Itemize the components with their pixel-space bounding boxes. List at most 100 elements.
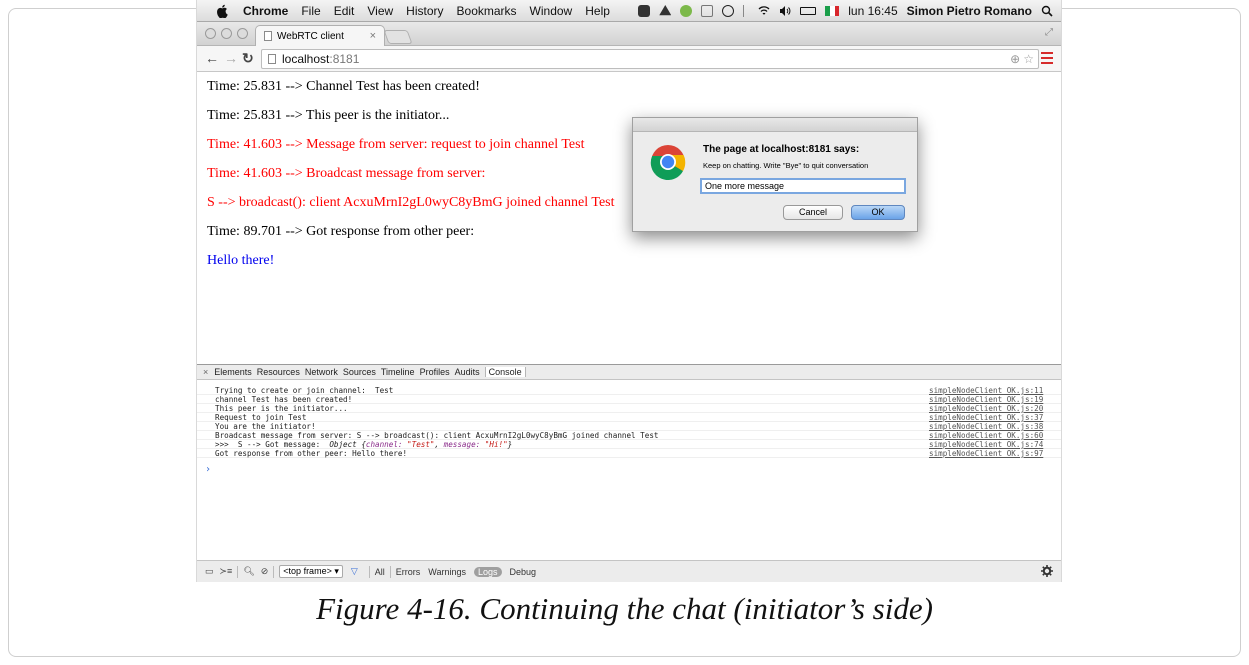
- spotlight-icon[interactable]: [1041, 5, 1053, 17]
- omnibox-actions: ⊕ ☆: [1010, 52, 1034, 66]
- filter-all[interactable]: All: [375, 567, 385, 577]
- console-text: Broadcast message from server: S --> bro…: [215, 431, 659, 440]
- tab-console[interactable]: Console: [484, 367, 526, 377]
- page-log-text: Time: 41.603 --> Message from server: re…: [207, 137, 585, 152]
- bookmark-star-icon[interactable]: ☆: [1023, 52, 1034, 66]
- window-icon[interactable]: [701, 5, 714, 17]
- menu-view[interactable]: View: [367, 4, 393, 18]
- console-source-link[interactable]: simpleNodeClient_OK.js:60: [929, 431, 1043, 440]
- menu-file[interactable]: File: [301, 4, 320, 18]
- devtools-tabs: × Elements Resources Network Sources Tim…: [197, 365, 1061, 380]
- new-tab-button[interactable]: [383, 30, 413, 44]
- prompt-dialog: The page at localhost:8181 says: Keep on…: [632, 117, 918, 232]
- search-icon[interactable]: 🔍︎: [243, 566, 254, 577]
- clear-console-icon[interactable]: ⊘: [261, 566, 269, 577]
- page-log-text: Time: 25.831 --> This peer is the initia…: [207, 108, 450, 123]
- console-source-link[interactable]: simpleNodeClient_OK.js:20: [929, 404, 1043, 413]
- gear-icon[interactable]: [1041, 565, 1053, 577]
- tab-sources[interactable]: Sources: [343, 367, 376, 377]
- console-source-link[interactable]: simpleNodeClient_OK.js:97: [929, 449, 1043, 458]
- console-source-link[interactable]: simpleNodeClient_OK.js:19: [929, 395, 1043, 404]
- page-log-line: Hello there!: [207, 253, 274, 269]
- console-row: Trying to create or join channel: Test s…: [197, 386, 1061, 395]
- filter-debug[interactable]: Debug: [510, 567, 537, 577]
- console-text: Got response from other peer: Hello ther…: [215, 449, 408, 458]
- dock-icon[interactable]: ▭: [205, 566, 214, 577]
- page-icon: [264, 31, 272, 41]
- console-object[interactable]: Object {channel: "Test", message: "Hi!"}: [329, 440, 512, 449]
- battery-icon[interactable]: [800, 7, 817, 15]
- page-log-line: Time: 25.831 --> This peer is the initia…: [207, 108, 449, 124]
- filter-warnings[interactable]: Warnings: [428, 567, 466, 577]
- minimize-window-button[interactable]: [221, 28, 232, 39]
- italian-flag-icon[interactable]: [825, 6, 840, 16]
- close-window-button[interactable]: [205, 28, 216, 39]
- obj-sep: ,: [434, 440, 444, 449]
- console-source-link[interactable]: simpleNodeClient_OK.js:38: [929, 422, 1043, 431]
- console-text: You are the initiator!: [215, 422, 316, 431]
- page-log-text: S --> broadcast(): client AcxuMrnI2gL0wy…: [207, 195, 615, 210]
- filter-logs[interactable]: Logs: [473, 566, 502, 577]
- time-machine-icon[interactable]: [722, 5, 735, 17]
- devtools-close-icon[interactable]: ×: [203, 367, 208, 377]
- filter-errors[interactable]: Errors: [396, 567, 421, 577]
- frame-select[interactable]: <top frame> ▾: [279, 565, 343, 578]
- apple-icon[interactable]: [217, 4, 229, 18]
- menu-bookmarks[interactable]: Bookmarks: [457, 4, 517, 18]
- tab-strip: WebRTC client × ⤢: [197, 22, 1061, 46]
- obj-key: channel:: [365, 440, 403, 449]
- page-log-text: Hello there!: [207, 253, 275, 268]
- console-row: Request to join Test simpleNodeClient_OK…: [197, 413, 1061, 422]
- menubar-user[interactable]: Simon Pietro Romano: [907, 4, 1032, 18]
- menubar-clock[interactable]: lun 16:45: [848, 4, 897, 18]
- dialog-text-input[interactable]: One more message: [700, 178, 906, 194]
- back-arrow-icon[interactable]: ←: [205, 50, 219, 66]
- fullscreen-icon[interactable]: ⤢: [1045, 27, 1053, 38]
- menu-edit[interactable]: Edit: [334, 4, 355, 18]
- browser-tab[interactable]: WebRTC client ×: [255, 25, 385, 46]
- address-bar[interactable]: localhost :8181 ⊕ ☆: [261, 49, 1039, 69]
- console-text: channel Test has been created!: [215, 395, 353, 404]
- console-source-link[interactable]: simpleNodeClient_OK.js:37: [929, 413, 1043, 422]
- chrome-logo-icon: [650, 145, 686, 180]
- page-log-text: Time: 41.603 --> Broadcast message from …: [207, 166, 486, 181]
- page-log-line: Time: 41.603 --> Message from server: re…: [207, 137, 584, 153]
- dialog-message: Keep on chatting. Write "Bye" to quit co…: [703, 161, 869, 170]
- dialog-title: The page at localhost:8181 says:: [703, 144, 860, 155]
- sync-icon[interactable]: [680, 5, 693, 17]
- tab-audits[interactable]: Audits: [455, 367, 480, 377]
- drawer-icon[interactable]: ≻≡: [220, 566, 233, 577]
- zoom-icon[interactable]: ⊕: [1010, 52, 1020, 66]
- ok-button[interactable]: OK: [851, 205, 905, 220]
- console-source-link[interactable]: simpleNodeClient_OK.js:11: [929, 386, 1043, 395]
- wifi-icon[interactable]: [758, 5, 770, 17]
- menu-window[interactable]: Window: [530, 4, 573, 18]
- tab-close-icon[interactable]: ×: [370, 30, 376, 42]
- zoom-window-button[interactable]: [237, 28, 248, 39]
- divider: [368, 565, 370, 578]
- forward-arrow-icon[interactable]: →: [224, 50, 238, 66]
- console-source-link[interactable]: simpleNodeClient_OK.js:74: [929, 440, 1043, 449]
- bluetooth-icon[interactable]: [743, 5, 749, 17]
- reload-icon[interactable]: ↻: [242, 50, 254, 66]
- tab-timeline[interactable]: Timeline: [381, 367, 415, 377]
- page-log-text: Time: 25.831 --> Channel Test has been c…: [207, 79, 480, 94]
- cancel-button[interactable]: Cancel: [783, 205, 843, 220]
- menu-help[interactable]: Help: [585, 4, 610, 18]
- tab-profiles[interactable]: Profiles: [420, 367, 450, 377]
- tab-elements[interactable]: Elements: [214, 367, 252, 377]
- divider: [237, 565, 239, 578]
- menu-app-chrome[interactable]: Chrome: [243, 4, 288, 18]
- filter-icon[interactable]: ▽: [351, 566, 358, 577]
- tab-resources[interactable]: Resources: [257, 367, 300, 377]
- menu-history[interactable]: History: [406, 4, 443, 18]
- page-log-line: Time: 25.831 --> Channel Test has been c…: [207, 79, 480, 95]
- console-prompt[interactable]: ›: [205, 464, 211, 475]
- drive-icon[interactable]: [659, 5, 672, 16]
- divider: [273, 565, 275, 578]
- obj-value: "Test": [407, 440, 435, 449]
- tab-network[interactable]: Network: [305, 367, 338, 377]
- chrome-menu-icon[interactable]: [1041, 52, 1053, 64]
- volume-icon[interactable]: [779, 5, 791, 17]
- evernote-icon[interactable]: [638, 5, 651, 17]
